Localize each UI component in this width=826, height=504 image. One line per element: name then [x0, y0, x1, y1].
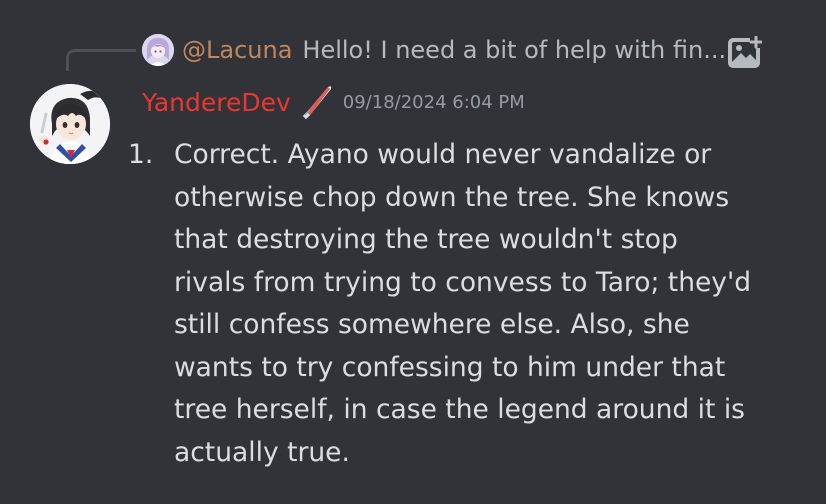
knife-icon[interactable]: [297, 82, 337, 122]
ordered-list-marker: 1.: [128, 139, 154, 170]
reply-author-avatar[interactable]: [142, 34, 174, 66]
message-text: Correct. Ayano would never vandalize or …: [174, 139, 752, 468]
reply-connector-line: [66, 49, 136, 71]
message-timestamp: 09/18/2024 6:04 PM: [342, 91, 525, 113]
message-header: YandereDev 09/18/2024 6:04 PM: [142, 82, 525, 122]
image-icon[interactable]: [726, 36, 762, 70]
reply-reference[interactable]: @Lacuna Hello! I need a bit of help with…: [142, 32, 726, 68]
reply-author-name[interactable]: @Lacuna: [182, 36, 292, 64]
author-avatar[interactable]: [30, 84, 110, 164]
message-content: 1. Correct. Ayano would never vandalize …: [124, 134, 804, 474]
author-username[interactable]: YandereDev: [142, 88, 291, 117]
reply-preview-text[interactable]: Hello! I need a bit of help with fin...: [302, 36, 726, 64]
